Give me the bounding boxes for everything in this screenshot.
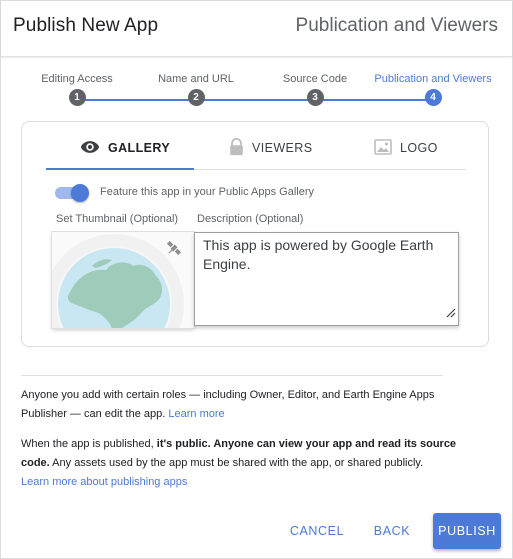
toggle-knob	[71, 184, 89, 202]
stepper: Editing Access 1 Name and URL 2 Source C…	[1, 73, 512, 113]
tab-bar: GALLERY VIEWERS LOGO	[46, 126, 466, 170]
publish-app-dialog: Publish New App Publication and Viewers …	[0, 0, 513, 559]
eye-icon	[80, 140, 100, 157]
learn-more-publishing-link[interactable]: Learn more about publishing apps	[21, 476, 187, 488]
step-number: 2	[187, 89, 205, 106]
step-source-code[interactable]: Source Code 3	[277, 73, 353, 106]
thumbnail-label: Set Thumbnail (Optional)	[56, 213, 179, 225]
feature-in-gallery-label: Feature this app in your Public Apps Gal…	[100, 186, 315, 198]
publish-button[interactable]: PUBLISH	[433, 513, 501, 549]
description-label: Description (Optional)	[197, 213, 304, 225]
back-button[interactable]: BACK	[365, 513, 419, 549]
tab-label: LOGO	[400, 141, 438, 155]
tab-logo[interactable]: LOGO	[374, 126, 438, 170]
tab-label: VIEWERS	[252, 141, 313, 155]
section-divider	[21, 375, 443, 376]
dialog-header: Publish New App Publication and Viewers	[1, 1, 512, 57]
tab-viewers[interactable]: VIEWERS	[229, 126, 312, 170]
step-name-and-url[interactable]: Name and URL 2	[158, 73, 234, 106]
step-number: 4	[424, 89, 442, 106]
publishing-notice: When the app is published, it's public. …	[21, 435, 461, 492]
step-number: 1	[68, 89, 86, 106]
image-icon	[374, 138, 392, 158]
publication-card: GALLERY VIEWERS LOGO Feature this app in…	[21, 121, 489, 347]
lock-icon	[229, 137, 244, 159]
learn-more-link[interactable]: Learn more	[168, 408, 224, 420]
step-publication-and-viewers[interactable]: Publication and Viewers 4	[371, 73, 495, 106]
satellite-icon	[164, 238, 184, 263]
dialog-subtitle: Publication and Viewers	[295, 15, 498, 36]
description-textarea[interactable]: This app is powered by Google Earth Engi…	[194, 232, 459, 326]
tab-gallery[interactable]: GALLERY	[80, 126, 170, 170]
cancel-button[interactable]: CANCEL	[281, 513, 353, 549]
step-label: Publication and Viewers	[374, 73, 492, 85]
step-label: Name and URL	[158, 73, 234, 85]
thumbnail-picker[interactable]	[52, 232, 194, 328]
publishing-text-end: Any assets used by the app must be share…	[49, 457, 424, 469]
tab-label: GALLERY	[108, 141, 171, 155]
resize-handle-icon[interactable]	[446, 304, 456, 323]
step-label: Editing Access	[41, 73, 113, 85]
dialog-title: Publish New App	[13, 15, 159, 36]
step-editing-access[interactable]: Editing Access 1	[39, 73, 115, 106]
active-tab-indicator	[46, 168, 194, 170]
step-label: Source Code	[282, 73, 348, 85]
description-text: This app is powered by Google Earth Engi…	[203, 237, 434, 272]
editing-roles-text: Anyone you add with certain roles — incl…	[21, 389, 435, 420]
step-number: 3	[306, 89, 324, 106]
feature-in-gallery-toggle[interactable]	[55, 183, 89, 203]
publishing-text-start: When the app is published,	[21, 438, 157, 450]
editing-roles-notice: Anyone you add with certain roles — incl…	[21, 386, 461, 424]
